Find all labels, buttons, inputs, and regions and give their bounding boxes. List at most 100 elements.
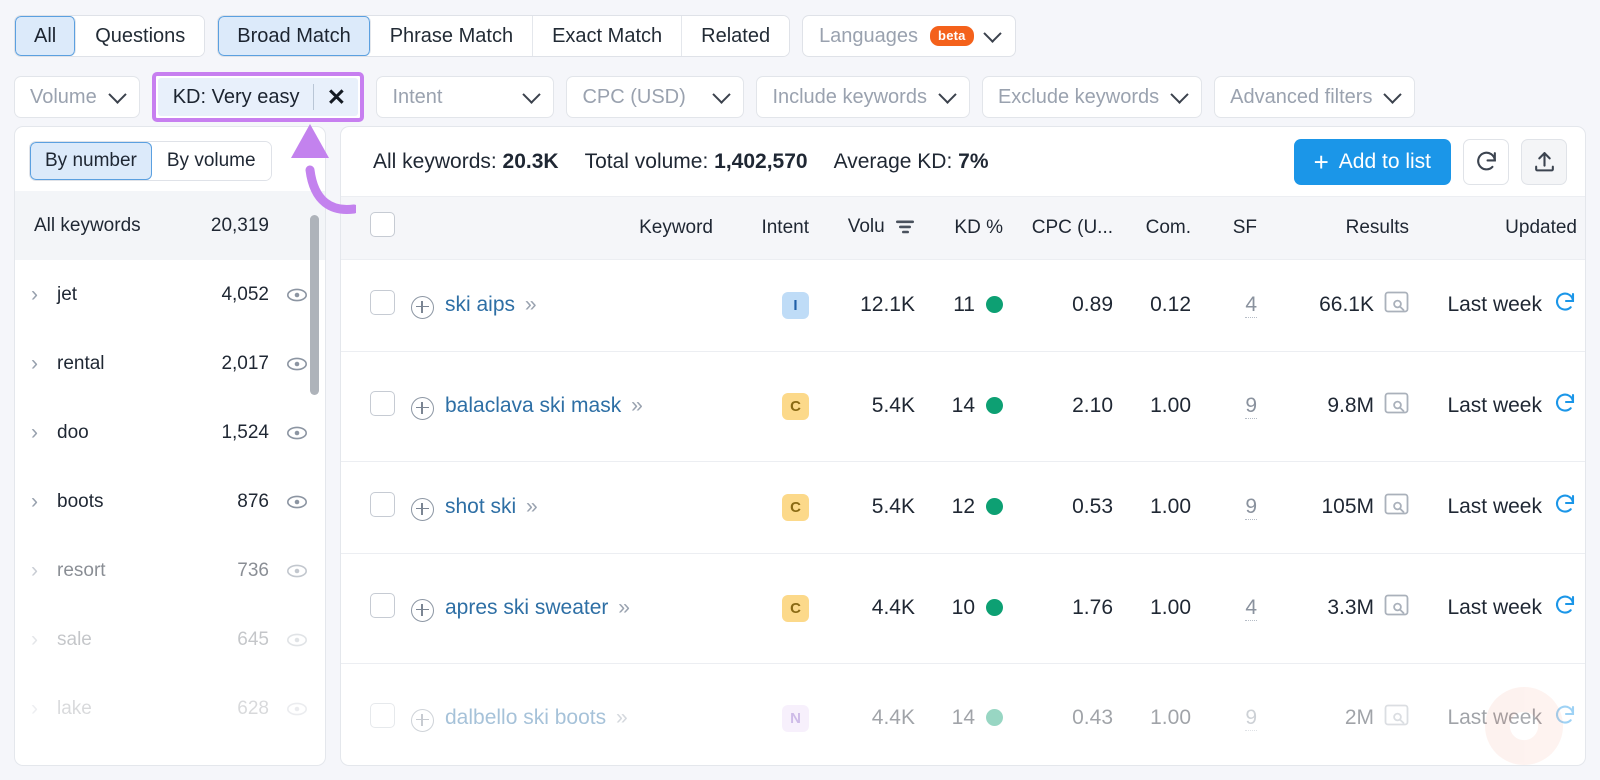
chevron-right-icon[interactable]: › [31, 491, 57, 512]
keyword-link[interactable]: apres ski sweater [445, 596, 608, 619]
row-checkbox-cell[interactable] [341, 552, 403, 663]
plus-circle-icon[interactable] [411, 497, 434, 521]
plus-circle-icon[interactable] [411, 295, 434, 319]
row-checkbox[interactable] [370, 592, 395, 618]
help-bubble-icon[interactable] [1485, 687, 1563, 765]
intent-badge[interactable]: N [782, 704, 809, 732]
intent-badge[interactable]: I [782, 291, 809, 319]
serp-preview-icon[interactable] [1384, 704, 1409, 733]
group-item-lake[interactable]: › lake 628 [15, 674, 325, 743]
refresh-button[interactable] [1463, 138, 1509, 185]
header-intent[interactable]: Intent [721, 197, 817, 259]
tab-phrase-match[interactable]: Phrase Match [370, 16, 534, 56]
row-checkbox-cell[interactable] [341, 350, 403, 461]
tab-broad-match[interactable]: Broad Match [218, 16, 371, 56]
filter-exclude-keywords[interactable]: Exclude keywords [981, 76, 1203, 118]
refresh-icon[interactable] [1553, 290, 1577, 320]
eye-icon[interactable] [269, 421, 309, 445]
double-chevron-right-icon[interactable]: » [618, 596, 630, 619]
keyword-link[interactable]: balaclava ski mask [445, 394, 621, 417]
double-chevron-right-icon[interactable]: » [525, 293, 537, 316]
header-volume[interactable]: Volu [817, 197, 923, 259]
intent-badge[interactable]: C [782, 493, 809, 521]
row-sf-value[interactable]: 4 [1245, 596, 1257, 621]
table-row[interactable]: balaclava ski mask » C 5.4K 14 2.10 1.00… [341, 350, 1585, 461]
add-to-list-button[interactable]: + Add to list [1293, 138, 1451, 185]
filter-intent[interactable]: Intent [376, 76, 555, 118]
row-sf-value[interactable]: 9 [1245, 495, 1257, 520]
table-row[interactable]: ski aips » I 12.1K 11 0.89 0.12 4 66.1K … [341, 258, 1585, 351]
row-checkbox-cell[interactable] [341, 460, 403, 553]
table-row[interactable]: dalbello ski boots » N 4.4K 14 0.43 1.00… [341, 662, 1585, 765]
row-checkbox[interactable] [370, 289, 395, 315]
toggle-by-volume[interactable]: By volume [151, 142, 271, 180]
row-sf-value[interactable]: 4 [1245, 293, 1257, 318]
chevron-right-icon[interactable]: › [31, 353, 57, 374]
header-select-all[interactable] [341, 197, 403, 259]
serp-preview-icon[interactable] [1384, 493, 1409, 522]
row-checkbox-cell[interactable] [341, 662, 403, 765]
intent-badge[interactable]: C [782, 392, 809, 420]
header-cpc[interactable]: CPC (U... [1011, 197, 1121, 259]
filter-volume[interactable]: Volume [14, 76, 140, 118]
header-keyword[interactable]: Keyword [403, 197, 721, 259]
plus-circle-icon[interactable] [411, 598, 434, 622]
eye-icon[interactable] [269, 283, 309, 307]
chevron-right-icon[interactable]: › [31, 284, 57, 305]
tab-related[interactable]: Related [682, 16, 790, 56]
group-item-rental[interactable]: › rental 2,017 [15, 329, 325, 398]
double-chevron-right-icon[interactable]: » [631, 394, 643, 417]
chevron-right-icon[interactable]: › [31, 422, 57, 443]
chevron-right-icon[interactable]: › [31, 560, 57, 581]
double-chevron-right-icon[interactable]: » [616, 706, 628, 729]
group-item-doo[interactable]: › doo 1,524 [15, 398, 325, 467]
eye-icon[interactable] [269, 352, 309, 376]
header-updated[interactable]: Updated [1417, 197, 1585, 259]
header-kd[interactable]: KD % [923, 197, 1011, 259]
vertical-scrollbar[interactable] [310, 215, 319, 395]
languages-dropdown[interactable]: Languages beta [802, 15, 1016, 57]
row-sf-value[interactable]: 9 [1245, 706, 1257, 731]
export-button[interactable] [1521, 138, 1567, 185]
filter-kd[interactable]: KD: Very easy ✕ [157, 78, 359, 116]
toggle-by-number[interactable]: By number [30, 142, 152, 180]
table-row[interactable]: shot ski » C 5.4K 12 0.53 1.00 9 105M La… [341, 460, 1585, 553]
serp-preview-icon[interactable] [1384, 594, 1409, 623]
close-icon[interactable]: ✕ [314, 78, 358, 116]
eye-icon[interactable] [269, 697, 309, 721]
eye-icon[interactable] [269, 559, 309, 583]
header-results[interactable]: Results [1265, 197, 1417, 259]
group-item-jet[interactable]: › jet 4,052 [15, 260, 325, 329]
intent-badge[interactable]: C [782, 594, 809, 622]
refresh-icon[interactable] [1553, 492, 1577, 522]
serp-preview-icon[interactable] [1384, 392, 1409, 421]
eye-icon[interactable] [269, 490, 309, 514]
row-checkbox[interactable] [370, 390, 395, 416]
group-item-boots[interactable]: › boots 876 [15, 467, 325, 536]
chevron-right-icon[interactable]: › [31, 629, 57, 650]
tab-questions[interactable]: Questions [76, 16, 205, 56]
filter-advanced[interactable]: Advanced filters [1214, 76, 1416, 118]
plus-circle-icon[interactable] [411, 396, 434, 420]
keyword-link[interactable]: shot ski [445, 495, 516, 518]
header-com[interactable]: Com. [1121, 197, 1199, 259]
select-all-checkbox[interactable] [370, 212, 395, 238]
filter-include-keywords[interactable]: Include keywords [756, 76, 970, 118]
chevron-right-icon[interactable]: › [31, 698, 57, 719]
refresh-icon[interactable] [1553, 593, 1577, 623]
group-item-resort[interactable]: › resort 736 [15, 536, 325, 605]
row-checkbox-cell[interactable] [341, 258, 403, 351]
header-sf[interactable]: SF [1199, 197, 1265, 259]
row-checkbox[interactable] [370, 702, 395, 728]
group-all-keywords[interactable]: All keywords 20,319 [15, 191, 325, 260]
row-sf-value[interactable]: 9 [1245, 394, 1257, 419]
tab-all[interactable]: All [15, 16, 77, 56]
refresh-icon[interactable] [1553, 391, 1577, 421]
plus-circle-icon[interactable] [411, 708, 434, 732]
tab-exact-match[interactable]: Exact Match [533, 16, 683, 56]
keyword-link[interactable]: ski aips [445, 293, 515, 316]
row-checkbox[interactable] [370, 491, 395, 517]
double-chevron-right-icon[interactable]: » [526, 495, 538, 518]
serp-preview-icon[interactable] [1384, 291, 1409, 320]
eye-icon[interactable] [269, 628, 309, 652]
